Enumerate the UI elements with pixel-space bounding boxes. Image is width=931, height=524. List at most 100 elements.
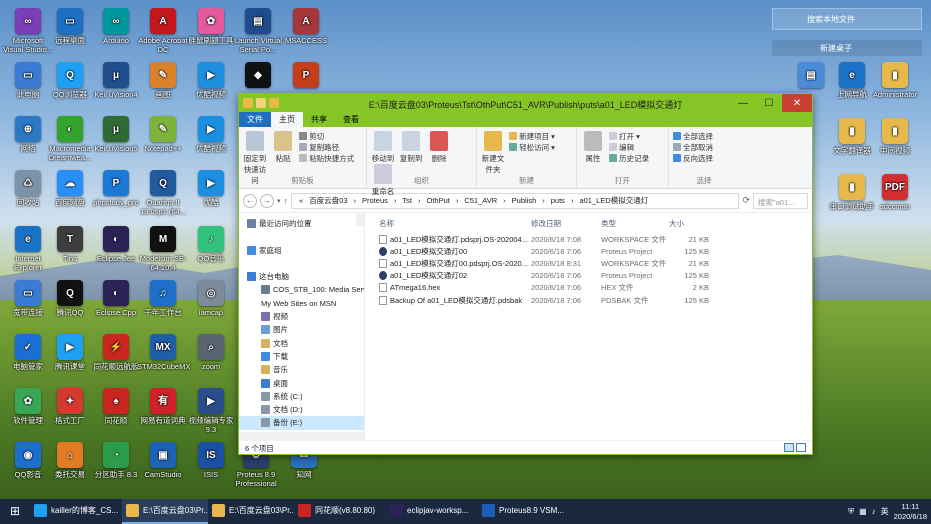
clock[interactable]: 11:11 2020/6/18 [894, 502, 927, 522]
desktop-icon[interactable]: Q QQ浏览器 [44, 60, 96, 118]
file-row[interactable]: ATmega16.hex 2020/6/18 7:06 HEX 文件 2 KB [379, 282, 812, 294]
tab-share[interactable]: 共享 [303, 112, 335, 127]
column-name[interactable]: 名称 [379, 218, 531, 229]
desktop-icon[interactable]: Q Quartus II 13.0sp1 (64... [137, 168, 189, 226]
desktop-icon[interactable]: 有网易有道词典 [137, 386, 189, 444]
desktop-icon[interactable]: ▣ CamStudio [137, 440, 189, 498]
desktop-icon[interactable]: ∞ Arduino [90, 6, 142, 64]
nav-item[interactable]: 音乐 [239, 363, 364, 376]
new-folder-button[interactable]: 新建文件夹 [481, 131, 505, 175]
paste-shortcut-button[interactable]: 粘贴快捷方式 [299, 153, 354, 164]
column-date[interactable]: 修改日期 [531, 218, 601, 229]
new-item-button[interactable]: 新建项目 ▾ [509, 131, 555, 142]
nav-item[interactable]: 文档 (D:) [239, 403, 364, 416]
desktop-icon[interactable]: ✦ 格式工厂 [44, 386, 96, 444]
breadcrumb-item[interactable]: 百度云盘03 [309, 195, 347, 206]
file-row[interactable]: Backup Of a01_LED模拟交通灯.pdsbak 2020/6/18 7… [379, 294, 812, 306]
nav-item[interactable]: COS_STB_100: Media Serv [239, 283, 364, 296]
breadcrumb-item[interactable]: a01_LED模拟交通灯 [579, 195, 648, 206]
volume-icon[interactable]: ♪ [872, 507, 876, 516]
invert-selection-button[interactable]: 反向选择 [673, 153, 735, 164]
nav-item[interactable]: 图片 [239, 323, 364, 336]
select-none-button[interactable]: 全部取消 [673, 142, 735, 153]
breadcrumb-separator-icon[interactable]: › [571, 196, 574, 205]
breadcrumb-item[interactable]: OthPut [426, 196, 449, 205]
breadcrumb-separator-icon[interactable]: › [354, 196, 357, 205]
desktop-icon[interactable]: PDF sdccman [869, 172, 921, 230]
desktop-icon[interactable]: MX STM32CubeMX [137, 332, 190, 390]
desktop-icon[interactable]: ▭ 远程桌面 [44, 6, 96, 64]
desktop-icon[interactable]: M Modelsim SE-64 10.4 [137, 224, 189, 282]
large-icons-view-icon[interactable] [796, 443, 806, 452]
delete-button[interactable]: 删除 [427, 131, 451, 164]
breadcrumb-item[interactable]: Tst [402, 196, 412, 205]
details-view-icon[interactable] [784, 443, 794, 452]
copy-path-button[interactable]: 复制路径 [299, 142, 354, 153]
nav-item[interactable]: 下载 [239, 350, 364, 363]
history-button[interactable]: 历史记录 [609, 153, 649, 164]
tab-home[interactable]: 主页 [271, 112, 303, 127]
nav-item[interactable]: 视频 [239, 310, 364, 323]
desktop-icon[interactable]: ▮ Administrator [869, 60, 921, 118]
recent-chevron-icon[interactable]: ▾ [277, 197, 281, 205]
file-row[interactable]: a01_LED模拟交通灯.pdsprj.OS-202004... 2020/6/1… [379, 233, 812, 245]
desktop-icon[interactable]: Pphpstudy_pro [90, 168, 142, 226]
desktop-icon[interactable]: A MSACCESS [280, 6, 332, 64]
desktop-icon[interactable]: ♠ 同花顺 [90, 386, 142, 444]
desktop-search-box[interactable]: 搜索本地文件 [772, 8, 922, 30]
desktop-icon[interactable]: A Adobe Acrobat DC [137, 6, 189, 64]
refresh-icon[interactable]: ⟳ [742, 195, 750, 206]
nav-item[interactable]: 这台电脑 [239, 270, 364, 283]
file-row[interactable]: a01_LED模拟交通灯00 2020/6/18 7:06 Proteus Proj… [379, 245, 812, 257]
desktop-icon[interactable]: ✎ 画图 [137, 60, 189, 118]
forward-button[interactable]: → [260, 193, 274, 208]
taskbar-item[interactable]: E:\百度云盘03\Pr... [208, 499, 294, 524]
tab-file[interactable]: 文件 [239, 112, 271, 127]
select-all-button[interactable]: 全部选择 [673, 131, 735, 142]
file-row[interactable]: a01_LED模拟交通灯02 2020/6/18 7:06 Proteus Proj… [379, 270, 812, 282]
edit-button[interactable]: 编辑 [609, 142, 649, 153]
up-button[interactable]: ↑ [284, 196, 289, 206]
minimize-button[interactable]: — [730, 94, 756, 112]
nav-item[interactable]: 文档 [239, 337, 364, 350]
desktop-icon[interactable]: ⚡ 同花顺远航版 [90, 332, 142, 390]
taskbar-item[interactable]: 同花顺(v8.80.80) [294, 499, 386, 524]
nav-hscrollbar[interactable] [239, 432, 365, 440]
nav-item[interactable]: 备份 (E:) [239, 416, 364, 430]
properties-button[interactable]: 属性 [581, 131, 605, 164]
desktop-icon[interactable]: ◐ Eclipse Cpp [90, 278, 142, 336]
desktop-icon[interactable]: Q 腾讯QQ [44, 278, 96, 336]
file-row[interactable]: a01_LED模拟交通灯00.pdsprj.OS-2020... 2020/6/1… [379, 257, 812, 269]
nav-scrollbar[interactable] [356, 213, 364, 227]
maximize-button[interactable]: ☐ [756, 94, 782, 112]
shield-icon[interactable]: ⛨ [848, 507, 854, 517]
desktop-icon[interactable]: ☁ 百度网盘 [44, 168, 96, 226]
desktop-icon[interactable]: ♪ QQ音乐 [185, 224, 237, 282]
desktop-icon[interactable]: ◔ 分区助手 8.3 [90, 440, 142, 498]
desktop-icon[interactable]: ▶ 优酷视频 [185, 114, 237, 172]
desktop-icon[interactable]: ◐ Eclipse Jee [90, 224, 142, 282]
desktop-icon[interactable]: ▶ 视频编辑专家9.3 [185, 386, 237, 444]
breadcrumb-separator-icon[interactable]: › [456, 196, 459, 205]
desktop-icon[interactable]: ▶ 优酷视频 [185, 60, 237, 118]
taskbar-item[interactable]: E:\百度云盘03\Pr... [122, 499, 208, 524]
breadcrumb-item[interactable]: Publish [512, 196, 537, 205]
ime-indicator[interactable]: 英 [881, 506, 889, 517]
cut-button[interactable]: 剪切 [299, 131, 354, 142]
nav-item[interactable]: 系统 (C:) [239, 390, 364, 403]
desktop-icon[interactable]: T Tina [44, 224, 96, 282]
nav-item[interactable]: 桌面 [239, 377, 364, 390]
desktop-icon[interactable]: ♫ 千年工作台 [137, 278, 189, 336]
desktop-icon[interactable]: ▮ 中间视频 [869, 116, 921, 174]
taskbar-item[interactable]: eclipjav-worksp... [386, 499, 478, 524]
network-icon[interactable]: ▦ [859, 507, 867, 516]
desktop-icon[interactable]: ✿ 胖鼠刷题工具 [185, 6, 237, 64]
desktop-icon[interactable]: ◐ Macromedia Dreamwea... [44, 114, 96, 172]
breadcrumb[interactable]: « 百度云盘03 › Proteus › Tst › OthPut › C51_AVR › Publi… [291, 192, 740, 209]
tab-view[interactable]: 查看 [335, 112, 367, 127]
desktop-icon[interactable]: ⌕ zoom [185, 332, 237, 390]
desktop-icon[interactable]: μ Keil uVision4 [90, 60, 142, 118]
nav-item[interactable]: My Web Sites on MSN [239, 297, 364, 310]
breadcrumb-item[interactable]: C51_AVR [464, 196, 497, 205]
breadcrumb-separator-icon[interactable]: › [394, 196, 397, 205]
